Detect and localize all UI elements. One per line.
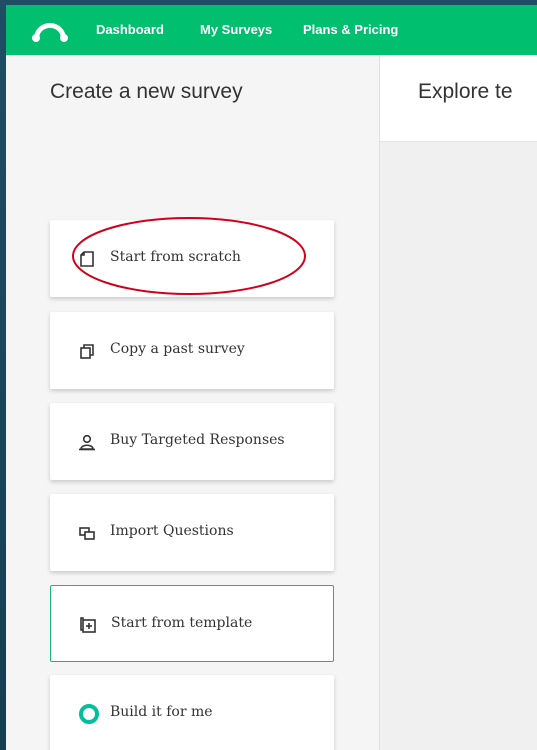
option-label: Import Questions [110, 523, 234, 539]
explore-templates-header: Explore te [380, 55, 537, 142]
nav-plans-pricing[interactable]: Plans & Pricing [303, 22, 398, 37]
template-icon [80, 617, 96, 633]
nav-my-surveys[interactable]: My Surveys [200, 22, 272, 37]
start-from-template-option[interactable]: Start from template [50, 585, 334, 662]
create-survey-panel: Create a new survey Start from scratch C… [6, 55, 380, 750]
copy-icon [80, 344, 94, 359]
start-from-scratch-option[interactable]: Start from scratch [50, 220, 334, 297]
copy-past-survey-option[interactable]: Copy a past survey [50, 312, 334, 389]
app-window: Dashboard My Surveys Plans & Pricing Cre… [6, 5, 537, 750]
option-label: Start from scratch [110, 249, 241, 265]
blank-page-icon [80, 251, 94, 267]
surveymonkey-logo-icon[interactable] [30, 19, 70, 43]
explore-title: Explore te [418, 80, 513, 103]
ring-icon [79, 704, 99, 724]
import-questions-option[interactable]: Import Questions [50, 494, 334, 571]
templates-area [380, 142, 537, 750]
panel-title: Create a new survey [50, 80, 243, 103]
audience-icon [79, 434, 95, 451]
buy-targeted-responses-option[interactable]: Buy Targeted Responses [50, 403, 334, 480]
import-icon [79, 527, 95, 540]
option-label: Start from template [111, 615, 253, 631]
nav-dashboard[interactable]: Dashboard [96, 22, 164, 37]
option-label: Copy a past survey [110, 341, 245, 357]
build-it-for-me-option[interactable]: Build it for me [50, 675, 334, 750]
option-label: Build it for me [110, 704, 213, 720]
option-label: Buy Targeted Responses [110, 432, 285, 448]
top-navigation-bar: Dashboard My Surveys Plans & Pricing [6, 5, 537, 55]
